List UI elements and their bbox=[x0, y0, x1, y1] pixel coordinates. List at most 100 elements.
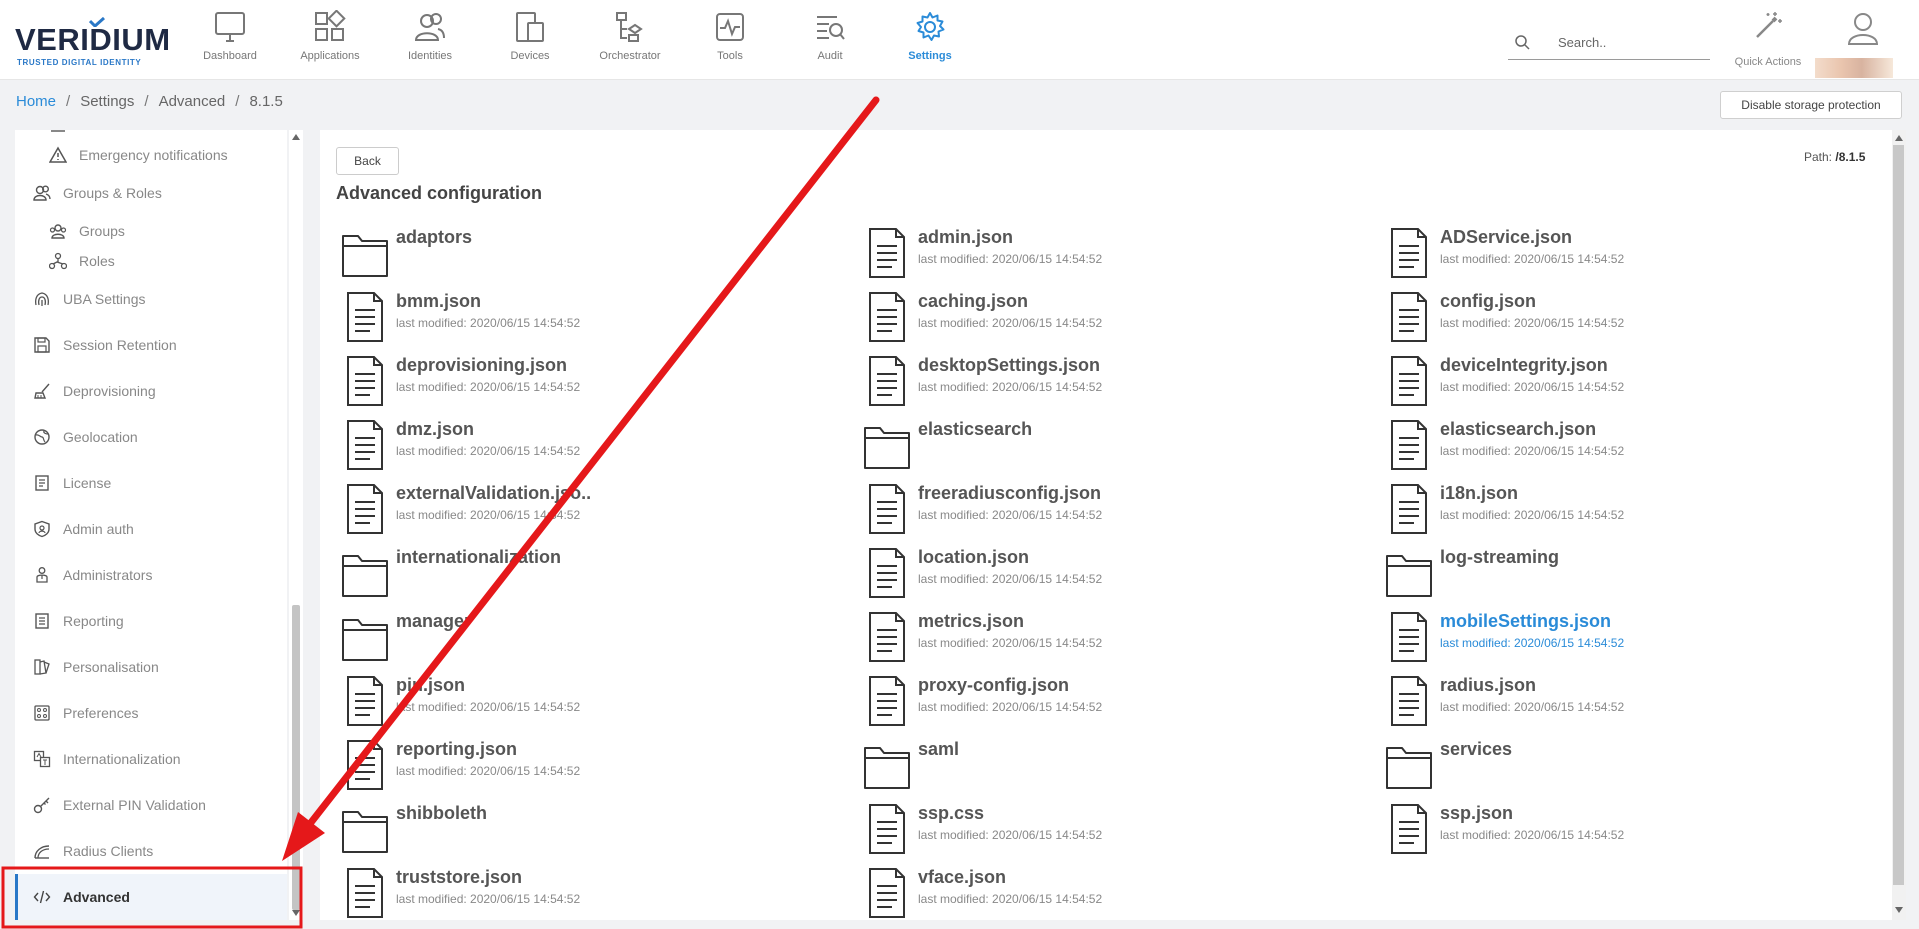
sidebar-item-external-pin-validation[interactable]: External PIN Validation bbox=[15, 785, 287, 825]
sidebar-item-internationalization[interactable]: Internationalization bbox=[15, 739, 287, 779]
quick-actions-button[interactable]: Quick Actions bbox=[1733, 10, 1803, 70]
pulse-icon bbox=[716, 13, 744, 41]
config-folder[interactable]: adaptors bbox=[340, 226, 820, 286]
nav-orchestrator[interactable]: Orchestrator bbox=[580, 0, 680, 80]
config-file[interactable]: ADService.json last modified: 2020/06/15 … bbox=[1384, 226, 1864, 286]
file-icon bbox=[1391, 804, 1427, 854]
entry-name: externalValidation.jso.. bbox=[396, 483, 592, 503]
sidebar-item-license[interactable]: License bbox=[15, 463, 287, 503]
disable-storage-protection-button[interactable]: Disable storage protection bbox=[1720, 91, 1902, 119]
config-file[interactable]: admin.json last modified: 2020/06/15 14:5… bbox=[862, 226, 1342, 286]
config-folder[interactable]: services bbox=[1384, 738, 1864, 798]
breadcrumb-home[interactable]: Home bbox=[16, 93, 56, 110]
sidebar-scroll-down[interactable] bbox=[292, 910, 300, 916]
config-file[interactable]: pin.json last modified: 2020/06/15 14:54:… bbox=[340, 674, 820, 734]
config-file[interactable]: config.json last modified: 2020/06/15 14:… bbox=[1384, 290, 1864, 350]
entry-last-modified: last modified: 2020/06/15 14:54:52 bbox=[1440, 508, 1625, 522]
sidebar-item-personalisation[interactable]: Personalisation bbox=[15, 647, 287, 687]
entry-last-modified: last modified: 2020/06/15 14:54:52 bbox=[1440, 252, 1625, 266]
entry-last-modified: last modified: 2020/06/15 14:54:52 bbox=[1440, 444, 1625, 458]
sidebar-item-admin-auth[interactable]: Admin auth bbox=[15, 509, 287, 549]
sidebar-scroll-up[interactable] bbox=[292, 134, 300, 140]
nav-audit[interactable]: Audit bbox=[780, 0, 880, 80]
config-file[interactable]: reporting.json last modified: 2020/06/15 … bbox=[340, 738, 820, 798]
nav-settings[interactable]: Settings bbox=[880, 0, 980, 80]
sidebar-item-advanced[interactable]: Advanced bbox=[15, 874, 287, 920]
veridium-logo[interactable]: VERIDIUM TRUSTED DIGITAL IDENTITY bbox=[15, 12, 170, 67]
sidebar-item-radius-clients[interactable]: Radius Clients bbox=[15, 831, 287, 871]
sidebar-item-geolocation[interactable]: Geolocation bbox=[15, 417, 287, 457]
nav-tools[interactable]: Tools bbox=[680, 0, 780, 80]
nav-dashboard[interactable]: Dashboard bbox=[180, 0, 280, 80]
sidebar-item-label: Groups & Roles bbox=[63, 185, 162, 201]
config-file[interactable]: i18n.json last modified: 2020/06/15 14:54… bbox=[1384, 482, 1864, 542]
sidebar-item-administrators[interactable]: Administrators bbox=[15, 555, 287, 595]
config-file[interactable]: location.json last modified: 2020/06/15 1… bbox=[862, 546, 1342, 606]
config-folder[interactable]: manager bbox=[340, 610, 820, 670]
search-input[interactable] bbox=[1558, 30, 1708, 54]
entry-last-modified: last modified: 2020/06/15 14:54:52 bbox=[918, 252, 1103, 266]
nav-identities[interactable]: Identities bbox=[380, 0, 480, 80]
entry-last-modified: last modified: 2020/06/15 14:54:52 bbox=[396, 444, 581, 458]
main-scroll-up[interactable] bbox=[1895, 135, 1903, 141]
config-file[interactable]: dmz.json last modified: 2020/06/15 14:54:… bbox=[340, 418, 820, 478]
sidebar-item-uba-settings[interactable]: UBA Settings bbox=[15, 279, 287, 319]
sidebar-item-reporting[interactable]: Reporting bbox=[15, 601, 287, 641]
user-avatar-icon bbox=[1847, 13, 1879, 45]
file-icon bbox=[347, 356, 383, 406]
back-button[interactable]: Back bbox=[336, 147, 399, 175]
config-file[interactable]: ssp.json last modified: 2020/06/15 14:54:… bbox=[1384, 802, 1864, 862]
users-icon bbox=[33, 185, 51, 201]
magic-wand-icon bbox=[1756, 12, 1782, 38]
apps-grid-icon bbox=[315, 10, 346, 41]
sidebar-item-preferences[interactable]: Preferences bbox=[15, 693, 287, 733]
config-file[interactable]: externalValidation.jso.. last modified: 2… bbox=[340, 482, 820, 542]
broom-icon bbox=[34, 383, 50, 399]
partial-item-icon bbox=[51, 130, 65, 133]
sidebar-item-roles[interactable]: Roles bbox=[15, 246, 287, 276]
logo-tagline: TRUSTED DIGITAL IDENTITY bbox=[17, 58, 142, 67]
config-file[interactable]: freeradiusconfig.json last modified: 2020… bbox=[862, 482, 1342, 542]
config-folder[interactable]: elasticsearch bbox=[862, 418, 1342, 478]
file-icon bbox=[869, 228, 905, 278]
config-file[interactable]: truststore.json last modified: 2020/06/15… bbox=[340, 866, 820, 926]
config-file[interactable]: bmm.json last modified: 2020/06/15 14:54:… bbox=[340, 290, 820, 350]
config-file[interactable]: elasticsearch.json last modified: 2020/06… bbox=[1384, 418, 1864, 478]
config-file[interactable]: metrics.json last modified: 2020/06/15 14… bbox=[862, 610, 1342, 670]
config-file[interactable]: caching.json last modified: 2020/06/15 14… bbox=[862, 290, 1342, 350]
nav-applications[interactable]: Applications bbox=[280, 0, 380, 80]
nav-devices[interactable]: Devices bbox=[480, 0, 580, 80]
entry-name: truststore.json bbox=[396, 867, 523, 887]
translate-icon bbox=[33, 750, 51, 768]
entry-last-modified: last modified: 2020/06/15 14:54:52 bbox=[918, 508, 1103, 522]
entry-last-modified: last modified: 2020/06/15 14:54:52 bbox=[1440, 636, 1625, 650]
config-folder[interactable]: internationalization bbox=[340, 546, 820, 606]
sidebar-item-groups[interactable]: Groups bbox=[15, 216, 287, 246]
config-folder[interactable]: log-streaming bbox=[1384, 546, 1864, 606]
config-file[interactable]: mobileSettings.json last modified: 2020/0… bbox=[1384, 610, 1864, 670]
sidebar-item-session-retention[interactable]: Session Retention bbox=[15, 325, 287, 365]
group-icon bbox=[49, 224, 67, 239]
config-file[interactable]: proxy-config.json last modified: 2020/06/… bbox=[862, 674, 1342, 734]
sidebar-item-label: License bbox=[63, 475, 112, 491]
main-scroll-down[interactable] bbox=[1895, 907, 1903, 913]
sidebar-scroll-thumb[interactable] bbox=[292, 605, 300, 910]
user-menu[interactable] bbox=[1815, 8, 1905, 78]
config-file[interactable]: deprovisioning.json last modified: 2020/0… bbox=[340, 354, 820, 414]
config-file[interactable]: vface.json last modified: 2020/06/15 14:5… bbox=[862, 866, 1342, 926]
config-folder[interactable]: shibboleth bbox=[340, 802, 820, 862]
config-file[interactable]: deviceIntegrity.json last modified: 2020/… bbox=[1384, 354, 1864, 414]
config-folder[interactable]: saml bbox=[862, 738, 1342, 798]
folder-icon bbox=[342, 619, 388, 661]
file-icon bbox=[869, 676, 905, 726]
config-file[interactable]: desktopSettings.json last modified: 2020/… bbox=[862, 354, 1342, 414]
entry-name: ssp.css bbox=[918, 803, 985, 823]
config-file[interactable]: radius.json last modified: 2020/06/15 14:… bbox=[1384, 674, 1864, 734]
entry-last-modified: last modified: 2020/06/15 14:54:52 bbox=[918, 828, 1103, 842]
sidebar-item-groups-roles[interactable]: Groups & Roles bbox=[15, 173, 287, 213]
sidebar-item-deprovisioning[interactable]: Deprovisioning bbox=[15, 371, 287, 411]
file-icon bbox=[347, 676, 383, 726]
main-scroll-thumb[interactable] bbox=[1893, 145, 1904, 885]
config-file[interactable]: ssp.css last modified: 2020/06/15 14:54:5… bbox=[862, 802, 1342, 862]
sidebar-item-emergency-notifications[interactable]: Emergency notifications bbox=[15, 140, 287, 170]
